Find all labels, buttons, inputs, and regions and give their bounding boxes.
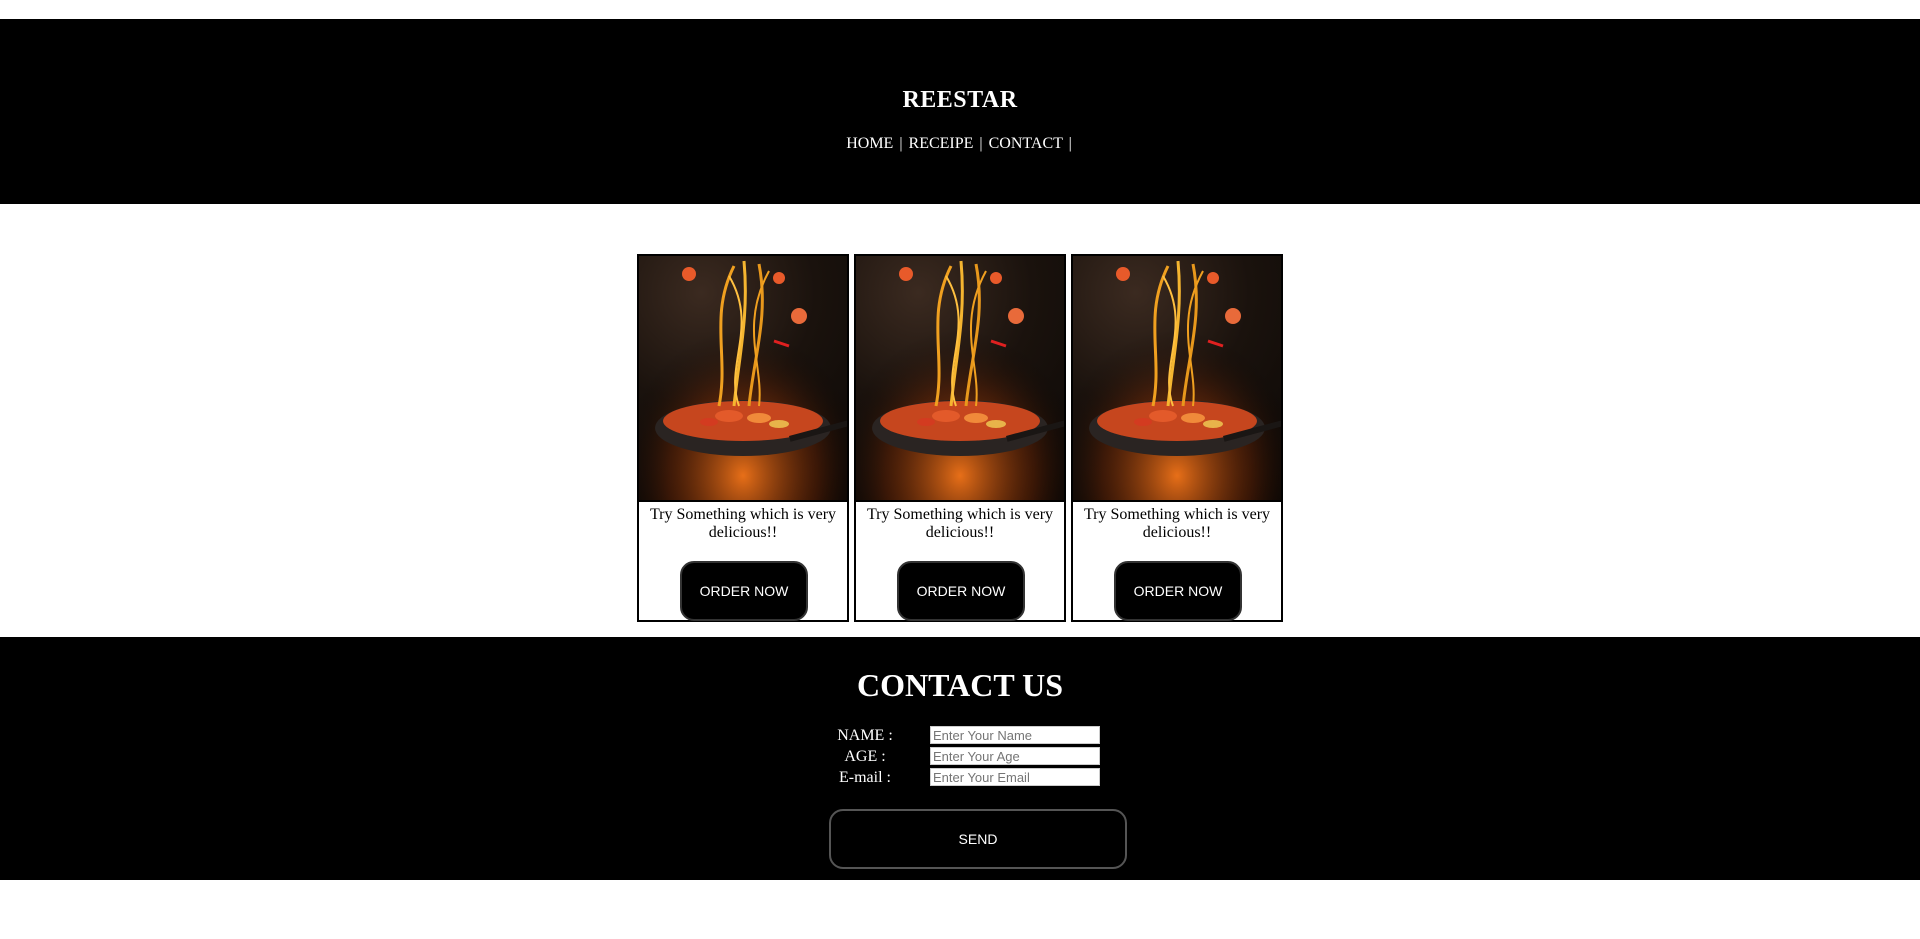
nav-separator: | <box>899 135 903 152</box>
email-input[interactable] <box>930 768 1100 786</box>
form-row-name: NAME : <box>830 726 1110 746</box>
order-now-button[interactable]: ORDER NOW <box>680 561 808 621</box>
card-description: Try Something which is very delicious!! <box>866 506 1054 541</box>
pasta-pan-image <box>856 256 1064 502</box>
send-button[interactable]: SEND <box>829 809 1127 869</box>
site-header: REESTAR HOME | RECEIPE | CONTACT | <box>0 19 1920 204</box>
pasta-pan-image <box>1073 256 1281 502</box>
product-cards: Try Something which is very delicious!! … <box>637 254 1285 622</box>
pasta-pan-image <box>639 256 847 502</box>
main-nav: HOME | RECEIPE | CONTACT | <box>0 135 1920 153</box>
brand-title: REESTAR <box>902 87 1018 113</box>
email-label: E-mail : <box>839 769 891 786</box>
order-now-button[interactable]: ORDER NOW <box>897 561 1025 621</box>
order-now-button[interactable]: ORDER NOW <box>1114 561 1242 621</box>
name-input[interactable] <box>930 726 1100 744</box>
age-label: AGE : <box>844 748 886 765</box>
product-card: Try Something which is very delicious!! … <box>1071 254 1283 622</box>
age-input[interactable] <box>930 747 1100 765</box>
contact-section: CONTACT US NAME : AGE : E-mail : SEND <box>0 637 1920 880</box>
card-description: Try Something which is very delicious!! <box>649 506 837 541</box>
card-description: Try Something which is very delicious!! <box>1083 506 1271 541</box>
form-row-email: E-mail : <box>830 768 1110 788</box>
contact-title: CONTACT US <box>857 667 1063 703</box>
nav-receipe-link[interactable]: RECEIPE <box>909 135 974 152</box>
nav-contact-link[interactable]: CONTACT <box>989 135 1063 152</box>
name-label: NAME : <box>837 727 893 744</box>
product-card: Try Something which is very delicious!! … <box>854 254 1066 622</box>
nav-separator: | <box>979 135 983 152</box>
form-row-age: AGE : <box>830 747 1110 767</box>
product-card: Try Something which is very delicious!! … <box>637 254 849 622</box>
nav-separator: | <box>1068 135 1072 152</box>
nav-home-link[interactable]: HOME <box>846 135 893 152</box>
